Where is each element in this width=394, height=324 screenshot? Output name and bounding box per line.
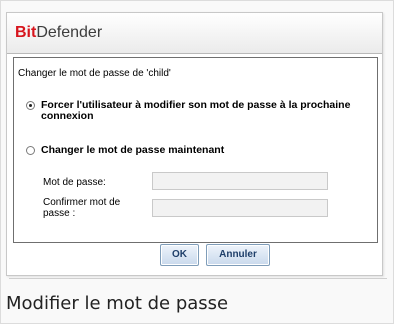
- radio-selected-dot: [29, 104, 32, 107]
- dialog-content: Changer le mot de passe de 'child' Force…: [13, 57, 378, 243]
- password-dialog: BitDefender Changer le mot de passe de '…: [6, 12, 383, 276]
- screenshot-frame: BitDefender Changer le mot de passe de '…: [0, 0, 394, 324]
- figure-caption: Modifier le mot de passe: [6, 293, 229, 314]
- force-change-label[interactable]: Forcer l'utilisateur à modifier son mot …: [41, 100, 371, 122]
- dialog-titlebar: BitDefender: [7, 13, 382, 54]
- brand-prefix: Bit: [15, 24, 37, 41]
- password-input[interactable]: [152, 172, 328, 190]
- confirm-password-input[interactable]: [152, 199, 328, 217]
- dialog-prompt: Changer le mot de passe de 'child': [18, 68, 171, 79]
- change-now-label[interactable]: Changer le mot de passe maintenant: [41, 145, 371, 156]
- password-label: Mot de passe:: [43, 177, 106, 188]
- bitdefender-logo: BitDefender: [15, 24, 102, 42]
- ok-button[interactable]: OK: [160, 244, 199, 266]
- brand-suffix: Defender: [36, 24, 103, 41]
- force-change-radio[interactable]: [26, 101, 35, 110]
- caption-divider: [9, 278, 387, 279]
- confirm-password-label: Confirmer mot de passe :: [43, 197, 121, 219]
- change-now-radio[interactable]: [26, 146, 35, 155]
- cancel-button[interactable]: Annuler: [206, 244, 270, 266]
